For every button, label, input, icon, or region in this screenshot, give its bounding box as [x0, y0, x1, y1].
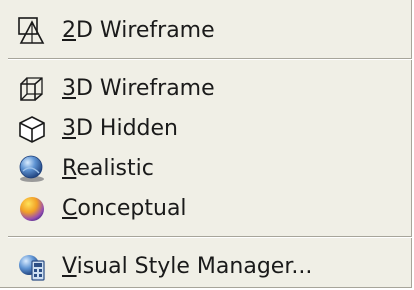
menu-item-label: Realistic [62, 156, 154, 181]
menu-separator [8, 236, 412, 238]
menu-item-label: 3D Wireframe [62, 76, 215, 101]
menu-item-realistic[interactable]: Realistic [0, 152, 410, 186]
menu-item-label: 3D Hidden [62, 116, 178, 141]
visual-style-manager-icon [16, 251, 48, 283]
menu-item-2d-wireframe[interactable]: 2D Wireframe [0, 14, 410, 48]
menu-item-label: Conceptual [62, 196, 187, 221]
visual-styles-menu: 2D Wireframe 3D Wireframe 3D Hidden Real… [0, 0, 412, 288]
menu-item-3d-wireframe[interactable]: 3D Wireframe [0, 72, 410, 106]
menu-item-label: 2D Wireframe [62, 18, 215, 43]
realistic-icon [16, 153, 48, 185]
2d-wireframe-icon [16, 15, 48, 47]
menu-item-3d-hidden[interactable]: 3D Hidden [0, 112, 410, 146]
3d-wireframe-icon [16, 73, 48, 105]
menu-separator [8, 58, 412, 60]
menu-item-label: Visual Style Manager... [62, 254, 313, 279]
3d-hidden-icon [16, 113, 48, 145]
menu-item-visual-style-manager[interactable]: Visual Style Manager... [0, 250, 410, 284]
conceptual-icon [16, 193, 48, 225]
menu-item-conceptual[interactable]: Conceptual [0, 192, 410, 226]
